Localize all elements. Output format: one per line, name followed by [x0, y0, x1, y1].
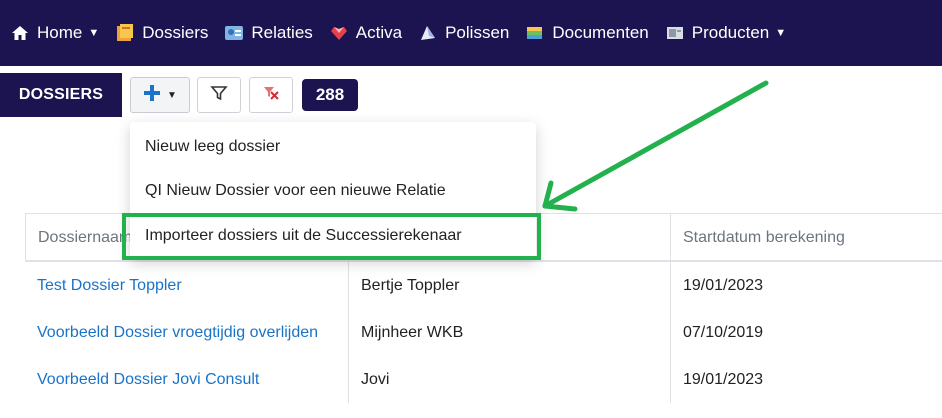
chevron-down-icon: ▼: [775, 27, 787, 39]
clear-filter-button[interactable]: [249, 77, 293, 113]
nav-label-polissen: Polissen: [445, 23, 510, 42]
documenten-icon: [525, 23, 545, 43]
startdatum-cell: 19/01/2023: [670, 356, 942, 403]
table-row[interactable]: Voorbeeld Dossier Jovi Consult Jovi 19/0…: [25, 356, 942, 403]
startdatum-cell: 19/01/2023: [670, 262, 942, 309]
dossier-count-badge: 288: [302, 79, 358, 111]
dossier-name-link[interactable]: Voorbeeld Dossier vroegtijdig overlijden: [25, 309, 348, 356]
menu-item-nieuw-leeg-dossier[interactable]: Nieuw leeg dossier: [130, 125, 536, 169]
dossier-name-link[interactable]: Test Dossier Toppler: [25, 262, 348, 309]
nav-item-relaties[interactable]: Relaties: [224, 23, 313, 43]
producten-icon: [665, 23, 685, 43]
nav-label-producten: Producten: [691, 23, 770, 42]
top-navbar: Home ▼ Dossiers Relaties Activa Polissen…: [0, 0, 942, 66]
nav-item-polissen[interactable]: Polissen: [418, 23, 509, 43]
relatie-cell: Jovi: [348, 356, 670, 403]
clear-filter-icon: [262, 84, 280, 107]
column-header-startdatum[interactable]: Startdatum berekening: [670, 214, 942, 261]
toolbar: DOSSIERS ▼ 288: [0, 73, 942, 117]
chevron-down-icon: ▼: [88, 27, 100, 39]
nav-label-home: Home: [37, 23, 83, 42]
filter-icon: [210, 84, 228, 107]
startdatum-cell: 07/10/2019: [670, 309, 942, 356]
plus-icon: [143, 84, 161, 107]
chevron-down-icon: ▼: [167, 89, 177, 101]
highlight-annotation: [122, 213, 541, 260]
add-dossier-button[interactable]: ▼: [130, 77, 190, 113]
page-title: DOSSIERS: [0, 73, 122, 117]
menu-item-qi-nieuw-dossier[interactable]: QI Nieuw Dossier voor een nieuwe Relatie: [130, 169, 536, 213]
table-row[interactable]: Voorbeeld Dossier vroegtijdig overlijden…: [25, 309, 942, 356]
nav-label-dossiers: Dossiers: [142, 23, 209, 42]
nav-label-relaties: Relaties: [251, 23, 313, 42]
relaties-icon: [224, 23, 244, 43]
filter-button[interactable]: [197, 77, 241, 113]
relatie-cell: Bertje Toppler: [348, 262, 670, 309]
home-icon: [10, 23, 30, 43]
nav-label-activa: Activa: [355, 23, 403, 42]
nav-label-documenten: Documenten: [552, 23, 649, 42]
table-row[interactable]: Test Dossier Toppler Bertje Toppler 19/0…: [25, 262, 942, 309]
dossier-name-link[interactable]: Voorbeeld Dossier Jovi Consult: [25, 356, 348, 403]
nav-item-dossiers[interactable]: Dossiers: [115, 23, 208, 43]
relatie-cell: Mijnheer WKB: [348, 309, 670, 356]
polissen-icon: [418, 23, 438, 43]
activa-icon: [329, 23, 349, 43]
dossiers-icon: [115, 23, 135, 43]
nav-item-documenten[interactable]: Documenten: [525, 23, 649, 43]
nav-item-producten[interactable]: Producten ▼: [665, 23, 786, 43]
nav-item-home[interactable]: Home ▼: [10, 23, 99, 43]
nav-item-activa[interactable]: Activa: [329, 23, 402, 43]
